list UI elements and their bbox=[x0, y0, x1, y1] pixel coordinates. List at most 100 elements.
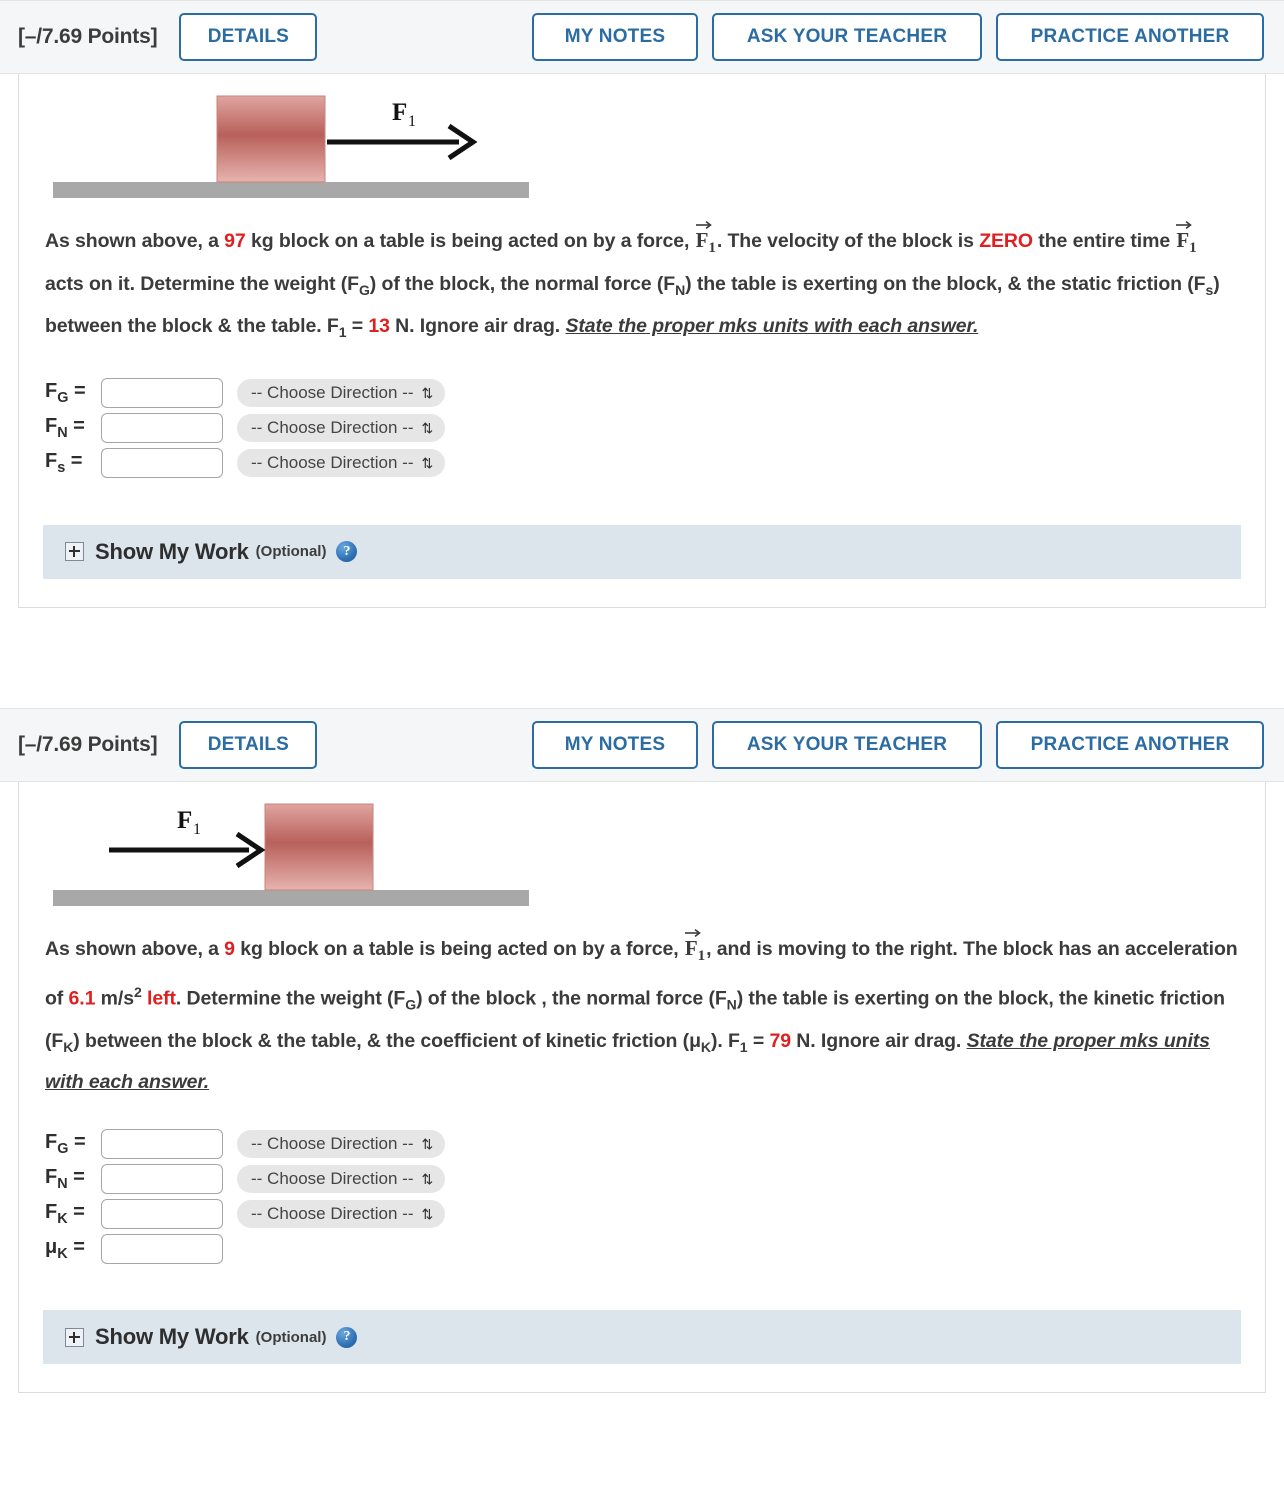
answer-row-fk: FK = -- Choose Direction -- ⇅ bbox=[45, 1196, 1265, 1231]
chevron-updown-icon: ⇅ bbox=[421, 420, 434, 437]
answer-label-fs: Fs = bbox=[45, 450, 83, 477]
problem-2-answers: FG = -- Choose Direction -- ⇅ FN = -- Cho… bbox=[19, 1100, 1265, 1266]
stmt-text: ). F bbox=[710, 1029, 740, 1052]
stmt-text: the entire time bbox=[1032, 230, 1176, 252]
ask-your-teacher-button[interactable]: ASK YOUR TEACHER bbox=[712, 13, 982, 61]
problem-2-body: F 1 As shown above, a 9 kg block on a ta… bbox=[18, 781, 1266, 1394]
show-my-work-title: Show My Work bbox=[95, 1324, 249, 1350]
stmt-text: ) of the block , the normal force (F bbox=[416, 987, 727, 1010]
answer-row-muk: μK = bbox=[45, 1231, 1265, 1266]
my-notes-button[interactable]: MY NOTES bbox=[532, 720, 698, 769]
fg-input[interactable] bbox=[101, 378, 223, 409]
mass-value: 9 bbox=[224, 937, 235, 960]
problem-2-show-my-work[interactable]: Show My Work (Optional) ? bbox=[43, 1310, 1241, 1365]
fg-subscript: G bbox=[358, 282, 370, 299]
points-label: [–/7.69 Points] bbox=[18, 25, 158, 48]
stmt-text: . Determine the weight (F bbox=[175, 987, 406, 1010]
force-subscript: 1 bbox=[1189, 240, 1197, 257]
fn-direction-select[interactable]: -- Choose Direction -- ⇅ bbox=[237, 414, 446, 443]
chevron-updown-icon: ⇅ bbox=[421, 385, 434, 402]
mu-subscript: K bbox=[700, 1038, 711, 1055]
points-label: [–/7.69 Points] bbox=[18, 732, 158, 756]
mu-symbol: μ bbox=[689, 1029, 701, 1052]
details-button[interactable]: DETAILS bbox=[179, 13, 318, 61]
fg-direction-select[interactable]: -- Choose Direction -- ⇅ bbox=[237, 1129, 446, 1158]
force-vector-symbol: F1 bbox=[695, 220, 717, 266]
problem-2-figure: F 1 bbox=[19, 782, 1265, 914]
answer-label-fk: FK = bbox=[45, 1200, 85, 1227]
acceleration-value: 6.1 bbox=[68, 987, 96, 1010]
chevron-updown-icon: ⇅ bbox=[421, 1170, 434, 1187]
free-body-diagram-block-right-force: F 1 bbox=[53, 95, 529, 198]
answer-row-fs: Fs = -- Choose Direction -- ⇅ bbox=[45, 446, 1265, 481]
force-subscript: 1 bbox=[697, 948, 706, 965]
stmt-text: m/s bbox=[95, 987, 134, 1010]
velocity-value: ZERO bbox=[979, 230, 1033, 252]
problem-1-body: F 1 As shown above, a 97 kg block on a t… bbox=[18, 74, 1266, 608]
fn-input[interactable] bbox=[101, 413, 223, 444]
ask-your-teacher-button[interactable]: ASK YOUR TEACHER bbox=[712, 720, 982, 769]
my-notes-button[interactable]: MY NOTES bbox=[532, 13, 698, 61]
answer-row-fg: FG = -- Choose Direction -- ⇅ bbox=[45, 1126, 1265, 1161]
show-my-work-optional: (Optional) bbox=[255, 1328, 327, 1346]
show-my-work-title: Show My Work bbox=[95, 538, 249, 564]
fk-input[interactable] bbox=[101, 1198, 223, 1229]
force-subscript: 1 bbox=[708, 240, 716, 257]
force-label: F bbox=[177, 807, 192, 834]
block bbox=[264, 803, 374, 891]
answer-label-fg: FG = bbox=[45, 1130, 86, 1157]
force-label-sub: 1 bbox=[193, 821, 201, 838]
acceleration-direction: left bbox=[147, 987, 176, 1010]
fg-direction-value: -- Choose Direction -- bbox=[251, 383, 414, 403]
fg-input[interactable] bbox=[101, 1128, 223, 1159]
fn-subscript: N bbox=[726, 996, 737, 1013]
fs-input[interactable] bbox=[101, 448, 223, 479]
fn-input[interactable] bbox=[101, 1163, 223, 1194]
answer-label-fg: FG = bbox=[45, 380, 86, 407]
details-button[interactable]: DETAILS bbox=[179, 720, 318, 769]
stmt-text: kg block on a table is being acted on by… bbox=[245, 230, 695, 252]
problem-1-figure: F 1 bbox=[19, 74, 1265, 206]
expand-plus-icon[interactable] bbox=[65, 542, 84, 562]
stmt-text: ) the table is exerting on the block, & … bbox=[685, 273, 1206, 296]
force-vector-symbol: F1 bbox=[684, 928, 706, 974]
show-my-work-optional: (Optional) bbox=[255, 543, 327, 561]
stmt-text: As shown above, a bbox=[45, 937, 225, 960]
problem-1-header: [–/7.69 Points] DETAILS MY NOTES ASK YOU… bbox=[0, 0, 1284, 74]
table-surface bbox=[53, 889, 529, 906]
fk-direction-select[interactable]: -- Choose Direction -- ⇅ bbox=[237, 1199, 446, 1228]
fs-direction-select[interactable]: -- Choose Direction -- ⇅ bbox=[237, 449, 446, 478]
problem-2-statement: As shown above, a 9 kg block on a table … bbox=[19, 914, 1265, 1100]
table-surface bbox=[53, 182, 529, 198]
fn-direction-select[interactable]: -- Choose Direction -- ⇅ bbox=[237, 1164, 446, 1193]
practice-another-button[interactable]: PRACTICE ANOTHER bbox=[996, 720, 1264, 769]
chevron-updown-icon: ⇅ bbox=[421, 1135, 434, 1152]
problem-separator bbox=[0, 608, 1284, 708]
expand-plus-icon[interactable] bbox=[65, 1327, 84, 1347]
stmt-text: = bbox=[747, 1029, 770, 1052]
fs-direction-value: -- Choose Direction -- bbox=[251, 453, 414, 473]
problem-1-show-my-work[interactable]: Show My Work (Optional) ? bbox=[43, 524, 1241, 579]
muk-input[interactable] bbox=[101, 1233, 223, 1264]
answer-row-fg: FG = -- Choose Direction -- ⇅ bbox=[45, 376, 1265, 411]
stmt-text: ) between the block & the table, & the c… bbox=[73, 1029, 690, 1052]
stmt-text: kg block on a table is being acted on by… bbox=[234, 937, 684, 960]
chevron-updown-icon: ⇅ bbox=[421, 1205, 434, 1222]
free-body-diagram-force-left-of-block: F 1 bbox=[53, 803, 529, 906]
header-button-group: MY NOTES ASK YOUR TEACHER PRACTICE ANOTH… bbox=[532, 13, 1264, 61]
statement-emphasis: State the proper mks units with each ans… bbox=[565, 315, 979, 338]
stmt-text: N. Ignore air drag. bbox=[790, 1029, 967, 1052]
fg-direction-select[interactable]: -- Choose Direction -- ⇅ bbox=[237, 379, 446, 408]
fn-direction-value: -- Choose Direction -- bbox=[251, 418, 414, 438]
accel-exponent: 2 bbox=[133, 984, 142, 1001]
practice-another-button[interactable]: PRACTICE ANOTHER bbox=[996, 13, 1264, 61]
fg-direction-value: -- Choose Direction -- bbox=[251, 1133, 414, 1153]
force-label: F bbox=[392, 99, 407, 126]
fn-direction-value: -- Choose Direction -- bbox=[251, 1168, 414, 1188]
mass-value: 97 bbox=[224, 230, 246, 252]
header-button-group: MY NOTES ASK YOUR TEACHER PRACTICE ANOTH… bbox=[532, 720, 1264, 769]
help-question-icon[interactable]: ? bbox=[336, 1326, 358, 1348]
force-value: 79 bbox=[769, 1029, 791, 1052]
help-question-icon[interactable]: ? bbox=[336, 541, 358, 563]
fk-direction-value: -- Choose Direction -- bbox=[251, 1203, 414, 1223]
